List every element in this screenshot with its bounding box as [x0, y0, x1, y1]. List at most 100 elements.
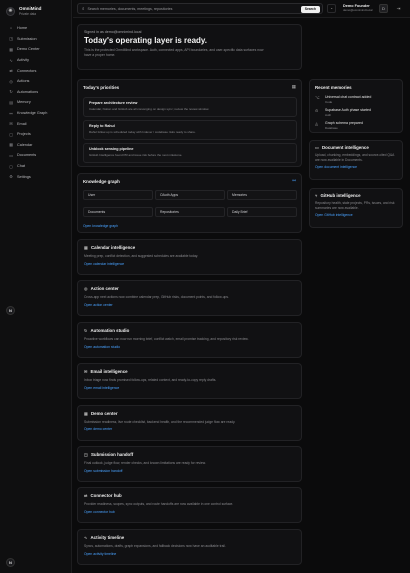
user-info: Demo Founder demo@omnimind.local: [343, 4, 372, 13]
open-knowledge-graph-link[interactable]: Open knowledge graph: [83, 224, 118, 228]
sidebar-item-email[interactable]: ✉ Email: [4, 118, 68, 129]
document-intelligence-title: ▭ Document intelligence: [315, 145, 397, 150]
sidebar-item-label: Demo Center: [17, 47, 40, 52]
sidebar-item-label: Settings: [17, 174, 31, 179]
priority-item[interactable]: Prepare architecture review Calendar, No…: [83, 97, 297, 117]
sidebar-item-label: Calendar: [17, 142, 33, 147]
search-button[interactable]: Search: [300, 5, 320, 13]
demo-center-title: ▦ Demo center: [84, 411, 295, 416]
brand[interactable]: ✺ OmniMind Private data: [6, 4, 41, 18]
kg-node[interactable]: Repositories: [155, 207, 225, 217]
sidebar-item-demo-center[interactable]: ▦ Demo Center: [4, 44, 68, 55]
sidebar-item-automations[interactable]: ↻ Automations: [4, 87, 68, 98]
calendar-icon: ▦: [9, 143, 13, 148]
sidebar-item-calendar[interactable]: ▦ Calendar: [4, 140, 68, 151]
logout-icon[interactable]: ⇥: [394, 4, 403, 13]
sidebar-item-actions[interactable]: ◎ Actions: [4, 76, 68, 87]
open-email-intelligence-link[interactable]: Open email intelligence: [84, 386, 295, 390]
demo-center-icon: ▦: [9, 47, 13, 52]
section-card: ⇄ Connector hub Provider readiness, scopes…: [77, 487, 302, 524]
section-card: ↻ Automation studio Proactive workflows ca…: [77, 321, 302, 358]
github-intelligence-title: ⑂ GitHub intelligence: [315, 193, 397, 198]
submission-handoff-title: ◳ Submission handoff: [84, 452, 295, 457]
sidebar-item-settings[interactable]: ⚙ Settings: [4, 171, 68, 182]
lock-icon: ⊙: [315, 108, 319, 113]
section-desc: Final outlook, judge flow, render checks…: [84, 461, 206, 465]
open-github-intelligence-link[interactable]: Open GitHub intelligence: [315, 213, 397, 217]
sidebar: ✺ OmniMind Private data ⌂ Home ◳ Submission…: [0, 0, 72, 573]
kg-node[interactable]: User: [83, 190, 153, 200]
avatar[interactable]: D: [379, 4, 388, 13]
sidebar-item-projects[interactable]: ▢ Projects: [4, 129, 68, 140]
kg-node[interactable]: Daily Brief: [227, 207, 297, 217]
open-demo-center-link[interactable]: Open demo center: [84, 427, 295, 431]
sidebar-item-label: Submission: [17, 36, 37, 41]
document-intelligence-card: ▭ Document intelligence Upload, chunking,…: [309, 140, 403, 180]
demo-center-icon: ▦: [84, 410, 88, 416]
kg-node[interactable]: OAuth Apps: [155, 190, 225, 200]
memory-source: Database: [325, 126, 338, 130]
search-input[interactable]: ⌕ Search memories, documents, meetings, …: [77, 3, 323, 14]
kg-node[interactable]: Memories: [227, 190, 297, 200]
actions-icon: ◎: [9, 79, 13, 84]
priority-item[interactable]: Unblock sensing pipeline GitHub Intellig…: [83, 143, 297, 163]
section-title-text: Submission handoff: [90, 452, 134, 457]
priority-desc: GitHub Intelligence found PR and issue r…: [89, 153, 183, 157]
priority-title: Unblock sensing pipeline: [89, 147, 134, 151]
activity-timeline-title: ∿ Activity timeline: [84, 535, 295, 540]
sidebar-item-chat[interactable]: ◻ Chat: [4, 161, 68, 172]
priority-title: Reply to Rahul: [89, 124, 115, 128]
open-connector-hub-link[interactable]: Open connector hub: [84, 510, 295, 514]
sidebar-item-label: Chat: [17, 164, 26, 169]
doc-title-text: Document intelligence: [321, 145, 369, 150]
section-card: ∿ Activity timeline Syncs, automations, dr…: [77, 528, 302, 565]
section-card: ◎ Action center Cross-app next actions now…: [77, 280, 302, 317]
page-title: Today's operating layer is ready.: [84, 36, 207, 45]
open-calendar-intelligence-link[interactable]: Open calendar intelligence: [84, 262, 295, 266]
sidebar-item-home[interactable]: ⌂ Home: [4, 23, 68, 34]
automation-studio-title: ↻ Automation studio: [84, 328, 295, 333]
sidebar-item-submission[interactable]: ◳ Submission: [4, 34, 68, 45]
email-intelligence-icon: ✉: [84, 369, 88, 375]
workspace-badge-bottom[interactable]: N: [6, 558, 15, 567]
sidebar-item-label: Actions: [17, 79, 30, 84]
section-title-text: Automation studio: [90, 327, 130, 333]
open-action-center-link[interactable]: Open action center: [84, 303, 295, 307]
github-icon: ⑂: [315, 193, 318, 198]
sidebar-nav: ⌂ Home ◳ Submission ▦ Demo Center ∿ Activity ⇄ Co…: [4, 23, 68, 182]
sidebar-item-label: Documents: [17, 153, 37, 158]
documents-icon: ▭: [9, 153, 13, 158]
memory-item[interactable]: ⊙ Supabase Auth phase started Auth: [315, 108, 371, 120]
priority-desc: Calendar, Notion and GitHub are all conv…: [89, 107, 210, 111]
sidebar-item-activity[interactable]: ∿ Activity: [4, 55, 68, 66]
open-activity-timeline-link[interactable]: Open activity timeline: [84, 552, 295, 556]
memory-item[interactable]: ◬ Graph schema prepared Database: [315, 121, 363, 133]
priority-item[interactable]: Reply to Rahul Rahul follow-up is schedu…: [83, 120, 297, 140]
knowledge-graph-icon: ⚯: [9, 111, 13, 116]
section-title-text: Action center: [90, 286, 119, 292]
sidebar-item-documents[interactable]: ▭ Documents: [4, 150, 68, 161]
workspace-badge[interactable]: N: [6, 306, 15, 315]
sidebar-item-connectors[interactable]: ⇄ Connectors: [4, 65, 68, 76]
memory-item[interactable]: ⌥ Universal chat contract added Code: [315, 95, 371, 107]
sidebar-item-label: Connectors: [17, 68, 37, 73]
github-intelligence-desc: Repository health, stale projects, PRs, …: [315, 201, 395, 210]
github-title-text: GitHub intelligence: [320, 193, 361, 198]
action-center-title: ◎ Action center: [84, 286, 295, 291]
open-document-intelligence-link[interactable]: Open document intelligence: [315, 165, 397, 169]
section-desc: Proactive workflows can now run morning …: [84, 336, 249, 341]
sidebar-item-label: Projects: [17, 132, 31, 137]
sidebar-item-knowledge-graph[interactable]: ⚯ Knowledge Graph: [4, 108, 68, 119]
section-desc: Meeting prep, conflict detection, and su…: [84, 254, 199, 258]
open-automation-studio-link[interactable]: Open automation studio: [84, 345, 295, 349]
sidebar-item-memory[interactable]: ▤ Memory: [4, 97, 68, 108]
bell-icon[interactable]: ◔: [327, 4, 336, 13]
kg-node[interactable]: Documents: [83, 207, 153, 217]
recent-memories-card: Recent memories ⌥ Universal chat contrac…: [309, 79, 403, 133]
open-submission-handoff-link[interactable]: Open submission handoff: [84, 469, 295, 473]
graph-icon: ⚯: [292, 178, 296, 183]
section-card: ▦ Demo center Submission readiness, live r…: [77, 404, 302, 441]
user-email: demo@omnimind.local: [343, 8, 373, 12]
email-icon: ✉: [9, 122, 13, 127]
sidebar-item-label: Knowledge Graph: [17, 111, 48, 116]
